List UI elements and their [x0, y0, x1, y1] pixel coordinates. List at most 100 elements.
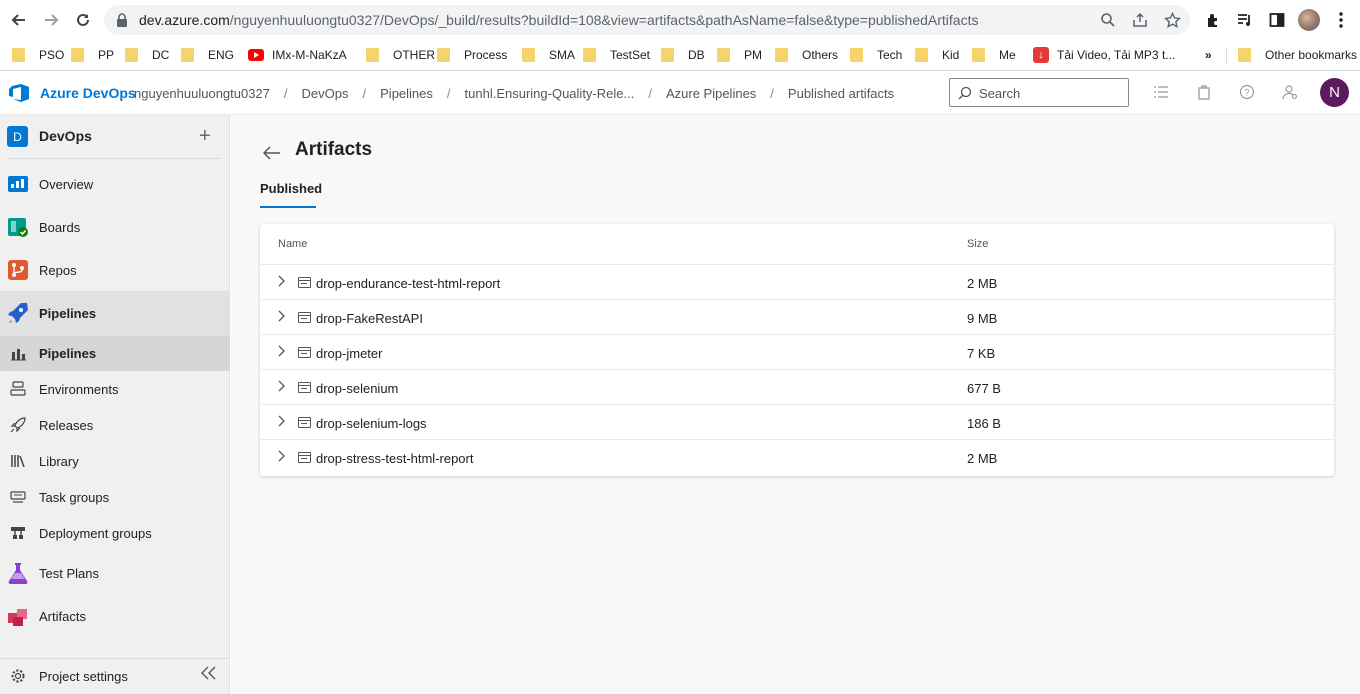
- folder-icon: [717, 48, 730, 62]
- table-row[interactable]: drop-jmeter 7 KB: [260, 335, 1334, 370]
- bookmark-star-icon[interactable]: [1164, 11, 1182, 30]
- bookmark-item[interactable]: IMx-M-NaKzA: [248, 45, 347, 65]
- marketplace-bag-icon[interactable]: [1196, 84, 1214, 102]
- azure-devops-logo-icon[interactable]: [9, 84, 31, 102]
- brand-name[interactable]: Azure DevOps: [40, 85, 136, 101]
- share-icon[interactable]: [1132, 12, 1150, 30]
- collapse-sidebar-icon[interactable]: [201, 666, 217, 685]
- profile-avatar[interactable]: [1298, 9, 1320, 31]
- breadcrumb-separator: /: [648, 86, 652, 101]
- bookmark-item[interactable]: TestSet: [583, 45, 650, 65]
- folder-icon: [583, 48, 596, 62]
- forward-arrow-icon[interactable]: [39, 8, 63, 32]
- chevron-right-icon[interactable]: [278, 345, 286, 360]
- search-input[interactable]: Search: [949, 78, 1129, 107]
- sidebar-item-library[interactable]: Library: [0, 444, 230, 479]
- bookmark-item[interactable]: PSO: [12, 45, 64, 65]
- side-panel-icon[interactable]: [1266, 9, 1288, 31]
- browser-toolbar: dev.azure.com/nguyenhuuluongtu0327/DevOp…: [0, 0, 1360, 40]
- artifact-name[interactable]: drop-FakeRestAPI: [316, 311, 423, 326]
- menu-kebab-icon[interactable]: [1330, 9, 1352, 31]
- chevron-right-icon[interactable]: [278, 450, 286, 465]
- zoom-icon[interactable]: [1100, 12, 1118, 30]
- artifact-name[interactable]: drop-stress-test-html-report: [316, 451, 473, 466]
- chevron-right-icon[interactable]: [278, 275, 286, 290]
- bookmark-item[interactable]: Kid: [915, 45, 959, 65]
- sidebar-item-project-settings[interactable]: Project settings: [0, 658, 230, 694]
- folder-icon: [125, 48, 138, 62]
- artifact-name[interactable]: drop-selenium-logs: [316, 416, 427, 431]
- extensions-icon[interactable]: [1202, 9, 1224, 31]
- bookmark-item[interactable]: OTHER: [366, 45, 435, 65]
- column-header-name[interactable]: Name: [278, 238, 307, 250]
- list-settings-icon[interactable]: [1153, 84, 1171, 102]
- bookmark-item[interactable]: DB: [661, 45, 705, 65]
- sidebar-item-repos[interactable]: Repos: [0, 254, 230, 286]
- folder-icon: [661, 48, 674, 62]
- sidebar-item-environments[interactable]: Environments: [0, 372, 230, 407]
- artifact-name[interactable]: drop-jmeter: [316, 346, 382, 361]
- artifact-icon: [298, 417, 311, 428]
- breadcrumb-pipelines[interactable]: Pipelines: [380, 86, 433, 101]
- bookmark-item[interactable]: PP: [71, 45, 114, 65]
- svg-text:?: ?: [1244, 88, 1249, 98]
- reload-icon[interactable]: [71, 8, 95, 32]
- bookmark-item[interactable]: ENG: [181, 45, 234, 65]
- help-icon[interactable]: ?: [1239, 84, 1257, 102]
- add-icon[interactable]: +: [199, 126, 211, 146]
- address-bar[interactable]: dev.azure.com/nguyenhuuluongtu0327/DevOp…: [104, 5, 1190, 35]
- table-row[interactable]: drop-selenium-logs 186 B: [260, 405, 1334, 440]
- user-settings-icon[interactable]: [1282, 84, 1300, 102]
- artifact-icon: [298, 452, 311, 463]
- sidebar-item-artifacts[interactable]: Artifacts: [0, 600, 230, 632]
- sidebar-item-deployment-groups[interactable]: Deployment groups: [0, 516, 230, 551]
- media-control-icon[interactable]: [1234, 9, 1256, 31]
- project-name[interactable]: DevOps: [39, 128, 92, 144]
- sidebar-item-releases[interactable]: Releases: [0, 408, 230, 443]
- sidebar-item-test-plans[interactable]: Test Plans: [0, 557, 230, 589]
- artifact-icon: [298, 347, 311, 358]
- bookmark-item[interactable]: PM: [717, 45, 762, 65]
- chevron-right-icon[interactable]: [278, 380, 286, 395]
- bookmark-item[interactable]: Process: [437, 45, 507, 65]
- library-icon: [10, 453, 26, 469]
- table-row[interactable]: drop-stress-test-html-report 2 MB: [260, 440, 1334, 475]
- back-arrow-icon[interactable]: [262, 144, 281, 165]
- breadcrumb-project[interactable]: DevOps: [302, 86, 349, 101]
- sidebar-item-task-groups[interactable]: Task groups: [0, 480, 230, 515]
- bookmark-item[interactable]: Others: [775, 45, 838, 65]
- bookmark-item[interactable]: Me: [972, 45, 1016, 65]
- breadcrumb-published-artifacts[interactable]: Published artifacts: [788, 86, 894, 101]
- bookmark-item[interactable]: Tech: [850, 45, 902, 65]
- artifacts-icon: [7, 605, 29, 627]
- table-row[interactable]: drop-FakeRestAPI 9 MB: [260, 300, 1334, 335]
- breadcrumb-org[interactable]: nguyenhuuluongtu0327: [134, 86, 270, 101]
- back-arrow-icon[interactable]: [7, 8, 31, 32]
- project-icon[interactable]: D: [7, 126, 28, 147]
- breadcrumb-separator: /: [283, 86, 288, 101]
- column-header-size[interactable]: Size: [967, 238, 988, 250]
- more-bookmarks-button[interactable]: »: [1205, 45, 1212, 65]
- user-avatar[interactable]: N: [1320, 78, 1349, 107]
- bookmark-item[interactable]: DC: [125, 45, 169, 65]
- bookmark-item[interactable]: ↓ Tải Video, Tải MP3 t...: [1033, 45, 1175, 65]
- folder-icon: [915, 48, 928, 62]
- chevron-right-icon[interactable]: [278, 310, 286, 325]
- tab-published[interactable]: Published: [260, 181, 322, 196]
- other-bookmarks[interactable]: Other bookmarks: [1238, 45, 1357, 65]
- chevron-right-icon[interactable]: [278, 415, 286, 430]
- sidebar-item-pipelines-sub[interactable]: Pipelines: [0, 336, 230, 371]
- table-row[interactable]: drop-endurance-test-html-report 2 MB: [260, 265, 1334, 300]
- pipelines-icon: [7, 302, 29, 324]
- bookmark-item[interactable]: SMA: [522, 45, 575, 65]
- breadcrumb-pipeline-name[interactable]: tunhl.Ensuring-Quality-Rele...: [465, 86, 635, 101]
- table-row[interactable]: drop-selenium 677 B: [260, 370, 1334, 405]
- artifact-name[interactable]: drop-selenium: [316, 381, 398, 396]
- sidebar-item-overview[interactable]: Overview: [0, 168, 230, 200]
- sidebar-item-boards[interactable]: Boards: [0, 211, 230, 243]
- artifact-name[interactable]: drop-endurance-test-html-report: [316, 276, 500, 291]
- bookmark-divider: [1226, 48, 1227, 64]
- artifact-size: 2 MB: [967, 276, 998, 291]
- breadcrumb-azure-pipelines[interactable]: Azure Pipelines: [666, 86, 756, 101]
- sidebar-item-pipelines[interactable]: Pipelines: [0, 291, 230, 336]
